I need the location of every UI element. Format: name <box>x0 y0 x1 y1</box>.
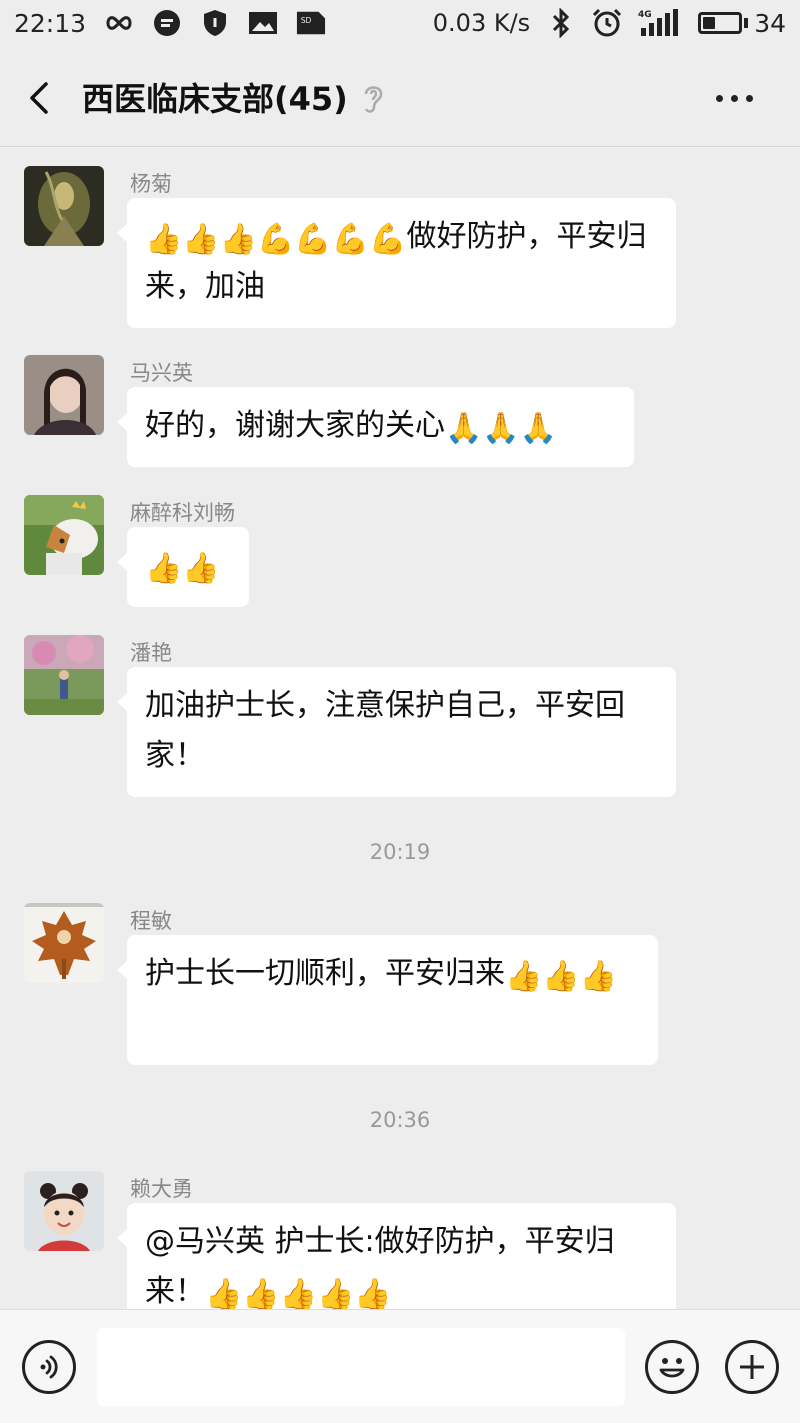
message-text: 护士长一切顺利，平安归来 <box>145 956 505 991</box>
avatar[interactable] <box>24 355 104 435</box>
sd-card-icon: SD <box>296 8 326 38</box>
more-dots-icon[interactable] <box>716 80 766 116</box>
chat-title: 西医临床支部(45) <box>82 80 348 118</box>
emoji-sequence: 👍👍👍💪💪💪💪 <box>145 222 407 257</box>
image-icon <box>248 8 278 38</box>
sender-name: 麻醉科刘畅 <box>130 501 235 525</box>
signal-type: 4G <box>638 10 652 20</box>
sender-name: 杨菊 <box>130 172 172 196</box>
avatar[interactable] <box>24 1171 104 1251</box>
network-speed: 0.03 K/s <box>432 9 531 37</box>
emoji-sequence: 👍👍👍👍👍 <box>205 1277 392 1310</box>
chevron-left-icon[interactable] <box>22 78 62 118</box>
avatar[interactable] <box>24 635 104 715</box>
voice-icon[interactable] <box>22 1340 76 1394</box>
status-time: 22:13 <box>14 8 87 38</box>
infinity-icon <box>104 8 134 38</box>
svg-text:SD: SD <box>301 16 312 25</box>
status-bar: 22:13 SD 0.03 K/s 4G 34 <box>0 0 800 50</box>
avatar[interactable] <box>24 495 104 575</box>
emoji-sequence: 🙏🙏🙏 <box>445 411 558 446</box>
message-icon <box>152 8 182 38</box>
ear-icon <box>358 80 388 116</box>
signal-icon: 4G <box>638 8 682 38</box>
sender-name: 潘艳 <box>130 641 172 665</box>
sender-name: 程敏 <box>130 909 172 933</box>
timestamp: 20:36 <box>369 1108 431 1132</box>
message-bubble[interactable]: 👍👍 <box>117 527 249 607</box>
message-bubble[interactable]: 加油护士长，注意保护自己，平安回家！ <box>117 667 676 797</box>
timestamp: 20:19 <box>369 840 431 864</box>
message-bubble[interactable]: @马兴英 护士长:做好防护，平安归来！👍👍👍👍👍 <box>117 1203 676 1310</box>
plus-icon[interactable] <box>725 1340 779 1394</box>
avatar[interactable] <box>24 166 104 246</box>
message-text: 好的，谢谢大家的关心 <box>145 408 445 443</box>
alarm-icon <box>592 8 622 38</box>
message-bubble[interactable]: 👍👍👍💪💪💪💪做好防护，平安归来，加油 <box>117 198 676 328</box>
battery-level: 34 <box>754 8 786 38</box>
input-bar <box>0 1309 800 1423</box>
sender-name: 赖大勇 <box>130 1177 193 1201</box>
chat-header: 西医临床支部(45) <box>0 50 800 147</box>
bluetooth-icon <box>546 8 576 38</box>
sender-name: 马兴英 <box>130 361 193 385</box>
battery-icon: 34 <box>698 9 786 38</box>
emoji-sequence: 👍👍 <box>145 551 220 586</box>
message-input[interactable] <box>97 1328 625 1406</box>
message-list: 杨菊 👍👍👍💪💪💪💪做好防护，平安归来，加油 马兴英 好的，谢谢大家的关心🙏🙏🙏… <box>0 147 800 1309</box>
message-bubble[interactable]: 护士长一切顺利，平安归来👍👍👍 <box>117 935 658 1065</box>
message-text: 加油护士长，注意保护自己，平安回家！ <box>145 688 625 773</box>
avatar[interactable] <box>24 903 104 983</box>
shield-icon <box>200 8 230 38</box>
emoji-sequence: 👍👍👍 <box>505 959 618 994</box>
message-bubble[interactable]: 好的，谢谢大家的关心🙏🙏🙏 <box>117 387 634 467</box>
emoji-icon[interactable] <box>645 1340 699 1394</box>
